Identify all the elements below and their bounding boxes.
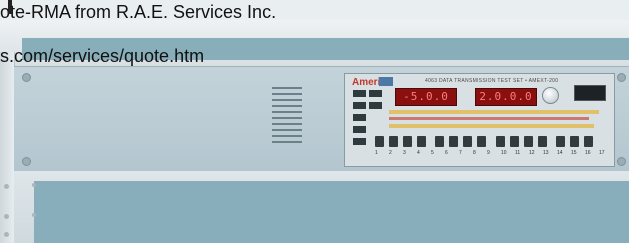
status-screen — [574, 85, 606, 101]
side-button — [369, 90, 382, 97]
button-number-label: 16 — [585, 150, 591, 156]
rail-hole — [4, 232, 9, 237]
label-strip — [389, 110, 599, 114]
button-number-label: 6 — [445, 150, 448, 156]
rack-lower-shelf — [14, 171, 629, 243]
button-number-label: 13 — [543, 150, 549, 156]
text-cursor — [8, 0, 12, 14]
product-photo: Ameri 4063 DATA TRANSMISSION TEST SET • … — [0, 0, 629, 243]
rack-front-panel: Ameri 4063 DATA TRANSMISSION TEST SET • … — [14, 66, 629, 172]
vent-grille — [272, 87, 302, 147]
button-number-label: 10 — [501, 150, 507, 156]
button-number-label: 11 — [515, 150, 521, 156]
button-number-label: 3 — [403, 150, 406, 156]
panel-screw — [617, 73, 626, 82]
side-button — [353, 90, 366, 97]
page-url-link[interactable]: s.com/services/quote.htm — [0, 46, 204, 66]
side-button — [353, 114, 366, 121]
side-button — [369, 102, 382, 109]
label-strip — [389, 124, 594, 128]
rail-hole — [32, 183, 36, 187]
rail-hole — [4, 214, 9, 219]
rack-left-rail — [0, 52, 15, 243]
button-number-label: 5 — [431, 150, 434, 156]
right-readout: 2.0.0.0 — [475, 88, 537, 106]
panel-screw — [22, 73, 31, 82]
button-number-label: 17 — [599, 150, 605, 156]
rack-slot-bottom — [34, 181, 629, 243]
button-number-label: 2 — [389, 150, 392, 156]
side-button — [353, 102, 366, 109]
page-title: ote-RMA from R.A.E. Services Inc. — [0, 2, 277, 22]
brand-logo: Ameri — [352, 77, 381, 88]
button-number-label: 9 — [487, 150, 490, 156]
rail-hole — [32, 213, 36, 217]
rail-hole — [4, 184, 9, 189]
test-set-instrument: Ameri 4063 DATA TRANSMISSION TEST SET • … — [344, 73, 615, 167]
model-label: 4063 DATA TRANSMISSION TEST SET • AMEXT-… — [425, 78, 559, 84]
button-number-label: 7 — [459, 150, 462, 156]
button-number-label: 4 — [417, 150, 420, 156]
button-numbers: 1 2 3 4 5 6 7 8 9 10 11 12 13 14 15 16 17 — [375, 150, 613, 156]
side-button — [353, 126, 366, 133]
button-number-label: 15 — [571, 150, 577, 156]
left-readout: -5.0.0 — [395, 88, 457, 106]
panel-screw — [22, 157, 31, 166]
brand-logo-mark — [379, 77, 393, 86]
button-number-label: 12 — [529, 150, 535, 156]
panel-screw — [617, 157, 626, 166]
side-button — [353, 138, 366, 145]
button-number-label: 8 — [473, 150, 476, 156]
label-strip — [389, 117, 589, 120]
button-number-label: 1 — [375, 150, 378, 156]
control-knob — [542, 87, 559, 104]
button-number-label: 14 — [557, 150, 563, 156]
